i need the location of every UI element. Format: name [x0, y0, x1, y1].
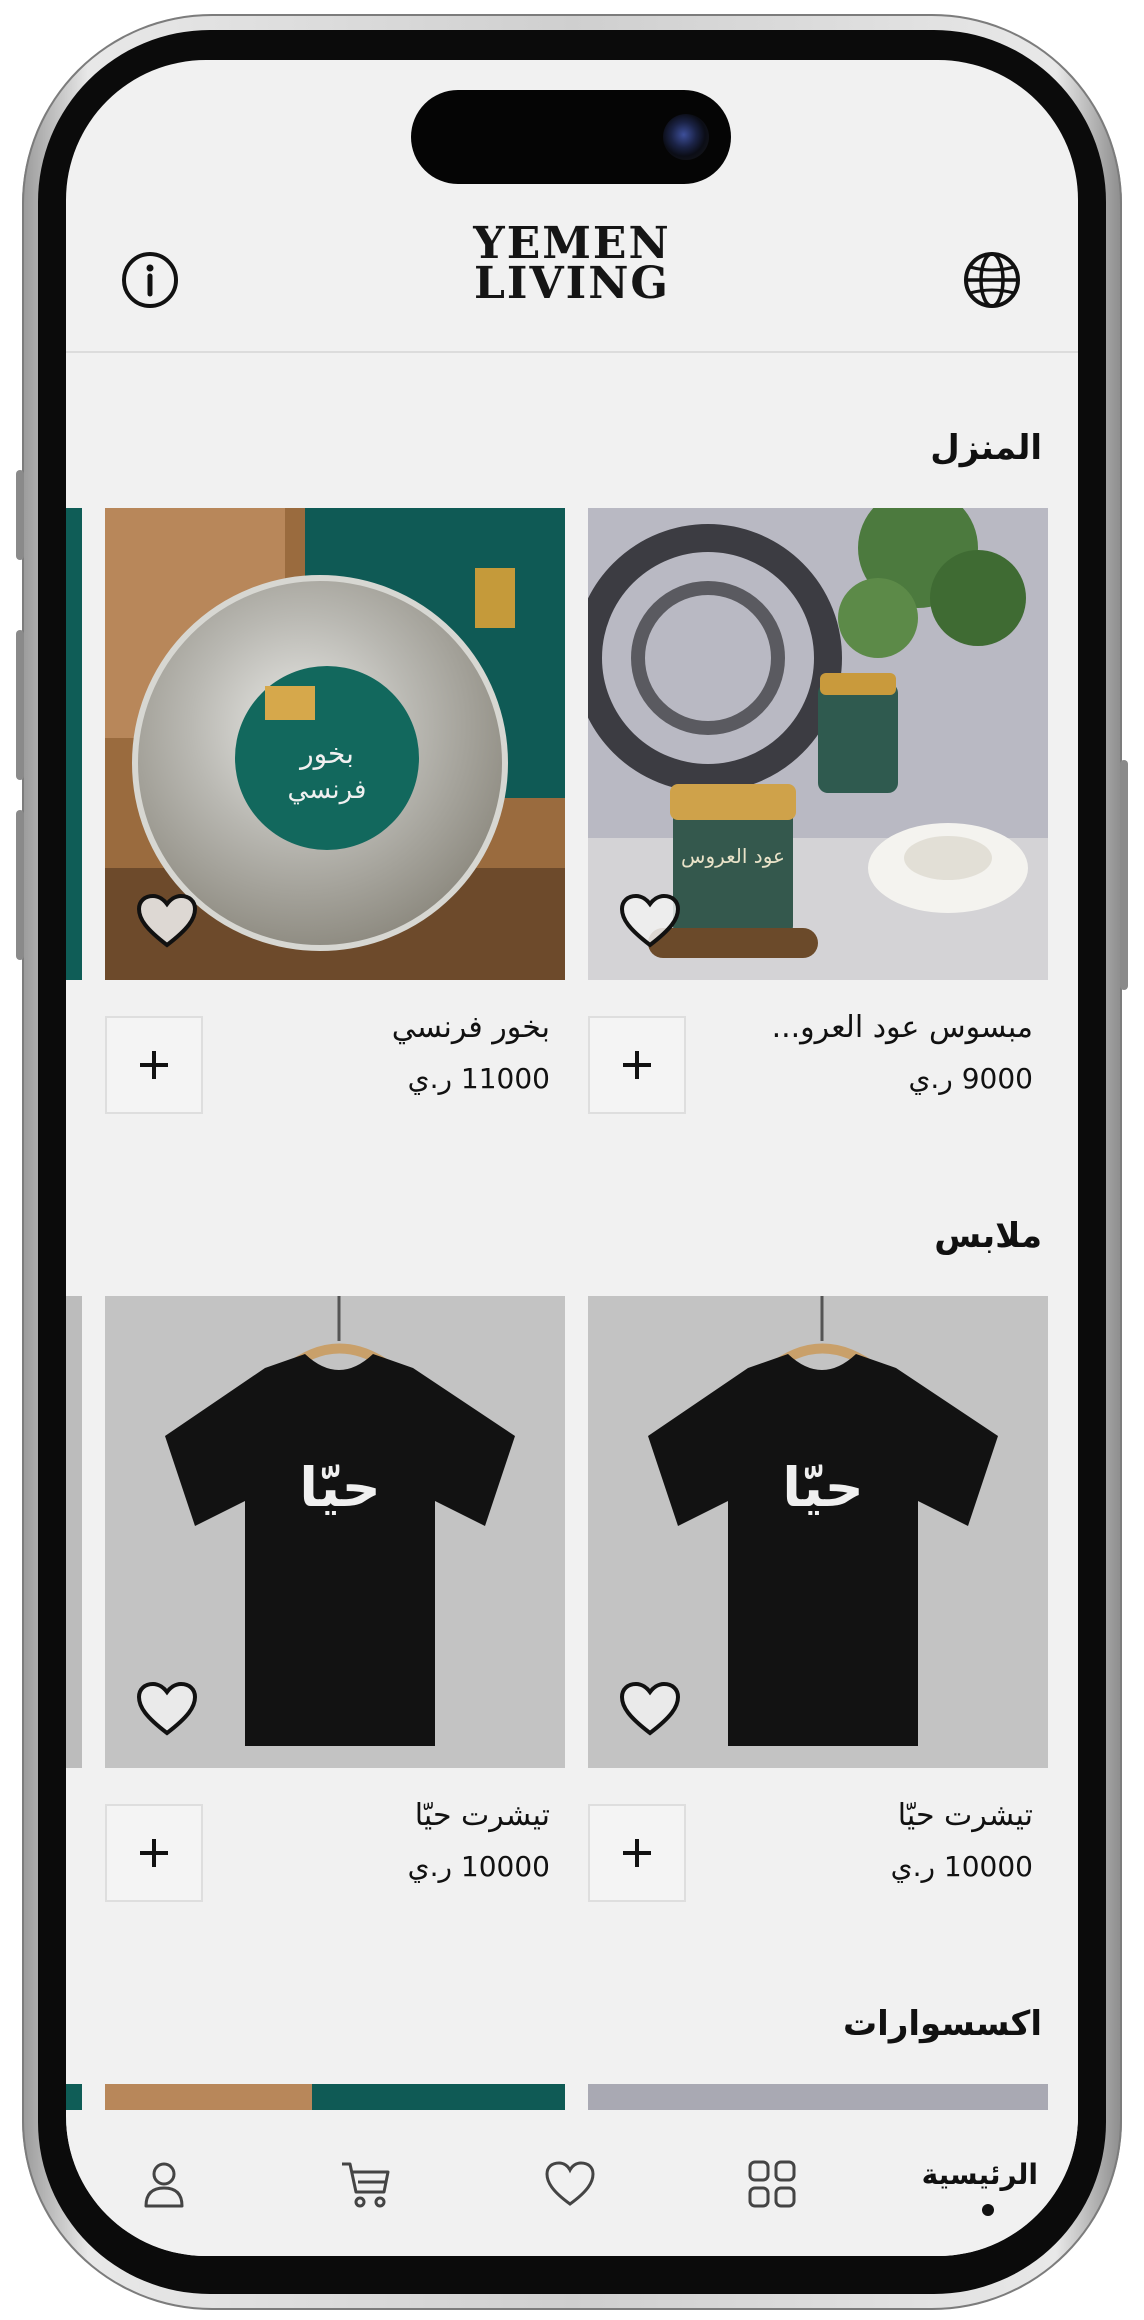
plus-icon: [623, 1839, 651, 1867]
add-to-cart-button[interactable]: [105, 1804, 203, 1902]
peek-card: [66, 508, 82, 980]
product-price: 9000 ر.ي: [908, 1062, 1033, 1095]
header-divider: [66, 351, 1078, 353]
heart-icon[interactable]: [540, 2154, 600, 2214]
side-button: [16, 470, 24, 560]
product-price: 11000 ر.ي: [407, 1062, 550, 1095]
add-to-cart-button[interactable]: [105, 1016, 203, 1114]
globe-icon[interactable]: [962, 250, 1022, 310]
section-title-accessories: اكسسوارات: [843, 2004, 1042, 2044]
peek-card: [66, 1296, 82, 1768]
add-to-cart-button[interactable]: [588, 1804, 686, 1902]
product-name[interactable]: بخور فرنسي: [250, 1010, 550, 1045]
user-icon[interactable]: [134, 2154, 194, 2214]
side-button: [16, 810, 24, 960]
active-indicator: [982, 2204, 994, 2216]
product-price: 10000 ر.ي: [890, 1850, 1033, 1883]
bottom-navigation: الرئيسية: [66, 2110, 1078, 2256]
categories-icon[interactable]: [742, 2154, 802, 2214]
dynamic-island: [411, 90, 731, 184]
product-price: 10000 ر.ي: [407, 1850, 550, 1883]
product-name[interactable]: مبسوس عود العرو...: [733, 1010, 1033, 1045]
svg-text:بخور: بخور: [298, 737, 354, 770]
plus-icon: [623, 1051, 651, 1079]
product-name[interactable]: تيشرت حيّا: [250, 1798, 550, 1833]
svg-text:عود العروس: عود العروس: [681, 844, 785, 868]
side-button: [1120, 760, 1128, 990]
plus-icon: [140, 1051, 168, 1079]
plus-icon: [140, 1839, 168, 1867]
logo-line-2: LIVING: [473, 258, 671, 309]
heart-icon[interactable]: [619, 893, 681, 949]
add-to-cart-button[interactable]: [588, 1016, 686, 1114]
cart-icon[interactable]: [336, 2154, 396, 2214]
brand-logo: YEMEN LIVING: [466, 222, 678, 309]
nav-home-label[interactable]: الرئيسية: [922, 2158, 1038, 2191]
product-name[interactable]: تيشرت حيّا: [733, 1798, 1033, 1833]
section-title-clothes: ملابس: [934, 1216, 1042, 1256]
section-title-home: المنزل: [930, 428, 1042, 468]
heart-icon[interactable]: [619, 1681, 681, 1737]
tshirt-print: حيّا: [299, 1456, 381, 1519]
heart-icon[interactable]: [136, 1681, 198, 1737]
svg-text:فرنسي: فرنسي: [288, 775, 367, 805]
app-screen: YEMEN LIVING المنزل بخور فرنسي بخور فرنس…: [66, 60, 1078, 2256]
info-icon[interactable]: [120, 250, 180, 310]
side-button: [16, 630, 24, 780]
heart-icon[interactable]: [136, 893, 198, 949]
camera-icon: [663, 114, 709, 160]
tshirt-print: حيّا: [782, 1456, 864, 1519]
